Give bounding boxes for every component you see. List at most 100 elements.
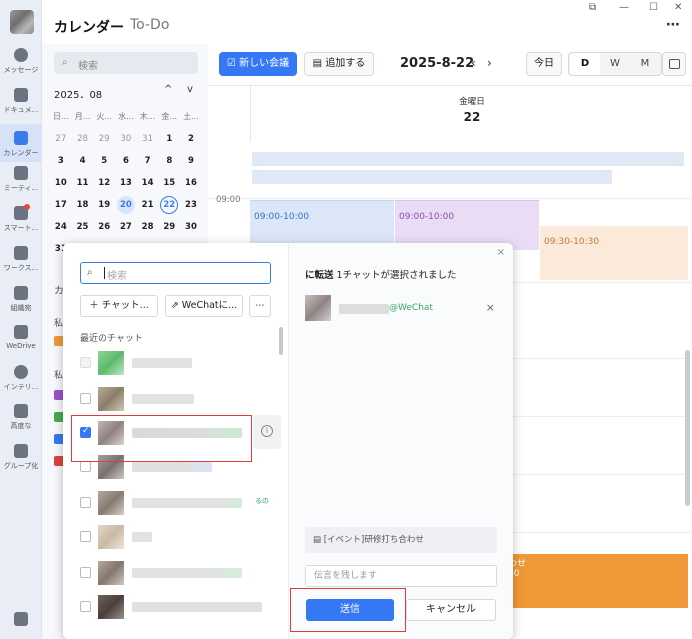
event-block[interactable]: わせ 10 <box>504 554 688 608</box>
calendar-day[interactable]: 15 <box>158 172 180 194</box>
chat-checkbox[interactable] <box>80 461 91 472</box>
rail-item-group[interactable]: グループ化 <box>0 444 42 471</box>
calendar-day[interactable]: 11 <box>72 172 94 194</box>
sidebar-search-input[interactable]: ⌕ 検索 <box>54 52 198 74</box>
minimize-icon[interactable]: — <box>619 2 629 13</box>
wechat-button[interactable]: ⇗ WeChatに... <box>165 295 243 317</box>
calendar-day[interactable]: 5 <box>93 150 115 172</box>
calendar-day[interactable]: 3 <box>50 150 72 172</box>
rail-item-smart[interactable]: スマート... <box>0 204 42 233</box>
calendar-day[interactable]: 9 <box>180 150 202 172</box>
event-card-text: [イベント]研修打ち合わせ <box>323 535 424 545</box>
calendar-day[interactable]: 28 <box>137 216 159 238</box>
view-month-button[interactable]: M <box>630 53 660 75</box>
add-button[interactable]: ▤ 追加する <box>304 52 374 76</box>
calendar-day[interactable]: 26 <box>93 216 115 238</box>
calendar-day[interactable]: 10 <box>50 172 72 194</box>
rail-item-org[interactable]: 組織宛 <box>0 286 42 313</box>
message-input[interactable]: 伝言を残します <box>305 565 497 587</box>
calendar-day[interactable]: 30 <box>180 216 202 238</box>
rail-item-workspace[interactable]: ワークス... <box>0 246 42 273</box>
calendar-day[interactable]: 27 <box>50 128 72 150</box>
maximize-icon[interactable]: ☐ <box>649 2 658 13</box>
chat-tag: るの <box>255 497 269 505</box>
calendar-day[interactable]: 8 <box>158 150 180 172</box>
calendar-day[interactable]: 6 <box>115 150 137 172</box>
calendar-day[interactable]: 20 <box>115 194 137 216</box>
rail-item-advanced[interactable]: 高度な <box>0 404 42 431</box>
calendar-day[interactable]: 31 <box>137 128 159 150</box>
new-chat-button[interactable]: ＋ チャット... <box>80 295 158 317</box>
rail-item-messages[interactable]: メッセージ <box>0 48 42 75</box>
chat-checkbox[interactable] <box>80 393 91 404</box>
next-day-icon[interactable]: › <box>487 56 492 70</box>
chat-list-item[interactable] <box>80 523 280 551</box>
calendar-day[interactable]: 18 <box>72 194 94 216</box>
chat-list-item[interactable] <box>80 559 280 587</box>
drive-icon <box>14 325 28 339</box>
rail-item-documents[interactable]: ドキュメ... <box>0 88 42 115</box>
calendar-day[interactable]: 17 <box>50 194 72 216</box>
chat-list-item[interactable]: るの <box>80 489 280 517</box>
chat-list-item[interactable] <box>80 385 280 413</box>
today-button[interactable]: 今日 <box>526 52 562 76</box>
view-week-button[interactable]: W <box>600 53 630 75</box>
layout-toggle-button[interactable] <box>662 52 686 76</box>
chat-list-item[interactable] <box>80 349 280 377</box>
calendar-day[interactable]: 23 <box>180 194 202 216</box>
close-icon[interactable]: ✕ <box>674 2 682 13</box>
calendar-day[interactable]: 1 <box>158 128 180 150</box>
month-next-icon[interactable]: v <box>187 84 193 95</box>
chat-list-item[interactable] <box>80 593 280 621</box>
remove-chat-icon[interactable]: × <box>486 301 495 314</box>
calendar-day[interactable]: 25 <box>72 216 94 238</box>
rail-item-wedrive[interactable]: WeDrive <box>0 325 42 350</box>
more-chips-button[interactable]: ⋯ <box>249 295 271 317</box>
all-day-event[interactable] <box>252 152 684 166</box>
calendar-day[interactable]: 22 <box>158 194 180 216</box>
event-block[interactable]: 09:30-10:30 <box>540 226 688 280</box>
chat-checkbox[interactable] <box>80 497 91 508</box>
rail-item-calendar[interactable]: カレンダー <box>0 124 42 162</box>
calendar-day[interactable]: 7 <box>137 150 159 172</box>
rail-item-intelligence[interactable]: インテリ... <box>0 365 42 392</box>
more-options-icon[interactable]: ⋯ <box>666 17 680 33</box>
calendar-day[interactable]: 24 <box>50 216 72 238</box>
rail-label: インテリ... <box>3 383 39 391</box>
prev-day-icon[interactable]: ‹ <box>471 56 476 70</box>
calendar-day[interactable]: 29 <box>158 216 180 238</box>
rail-label: ワークス... <box>3 264 39 272</box>
calendar-day[interactable]: 28 <box>72 128 94 150</box>
chat-search-input[interactable]: ⌕ 検索 <box>80 262 271 284</box>
chat-checkbox[interactable] <box>80 567 91 578</box>
rail-item-meeting[interactable]: ミーティ... <box>0 166 42 193</box>
calendar-day[interactable]: 12 <box>93 172 115 194</box>
restore-icon[interactable]: ⧉ <box>589 2 596 13</box>
chat-checkbox[interactable] <box>80 601 91 612</box>
cancel-button[interactable]: キャンセル <box>406 599 496 621</box>
calendar-day[interactable]: 16 <box>180 172 202 194</box>
rail-item-stats[interactable] <box>0 612 42 626</box>
calendar-day[interactable]: 14 <box>137 172 159 194</box>
close-dialog-icon[interactable]: × <box>497 247 505 258</box>
chat-info-button[interactable]: i <box>253 415 281 449</box>
view-day-button[interactable]: D <box>570 53 600 75</box>
month-prev-icon[interactable]: ^ <box>164 84 172 95</box>
calendar-day[interactable]: 21 <box>137 194 159 216</box>
calendar-day[interactable]: 2 <box>180 128 202 150</box>
calendar-day[interactable]: 13 <box>115 172 137 194</box>
calendar-day[interactable]: 4 <box>72 150 94 172</box>
tab-todo[interactable]: To-Do <box>130 17 169 33</box>
tab-calendar[interactable]: カレンダー <box>54 17 124 37</box>
calendar-day[interactable]: 29 <box>93 128 115 150</box>
calendar-day[interactable]: 19 <box>93 194 115 216</box>
all-day-event[interactable] <box>252 170 612 184</box>
calendar-day[interactable]: 27 <box>115 216 137 238</box>
day-scrollbar[interactable] <box>685 350 690 506</box>
chat-checkbox[interactable] <box>80 357 91 368</box>
user-avatar[interactable] <box>10 10 34 34</box>
calendar-day-number: 24 <box>54 222 67 232</box>
new-meeting-button[interactable]: ☑ 新しい会議 <box>219 52 297 76</box>
chat-checkbox[interactable] <box>80 531 91 542</box>
calendar-day[interactable]: 30 <box>115 128 137 150</box>
